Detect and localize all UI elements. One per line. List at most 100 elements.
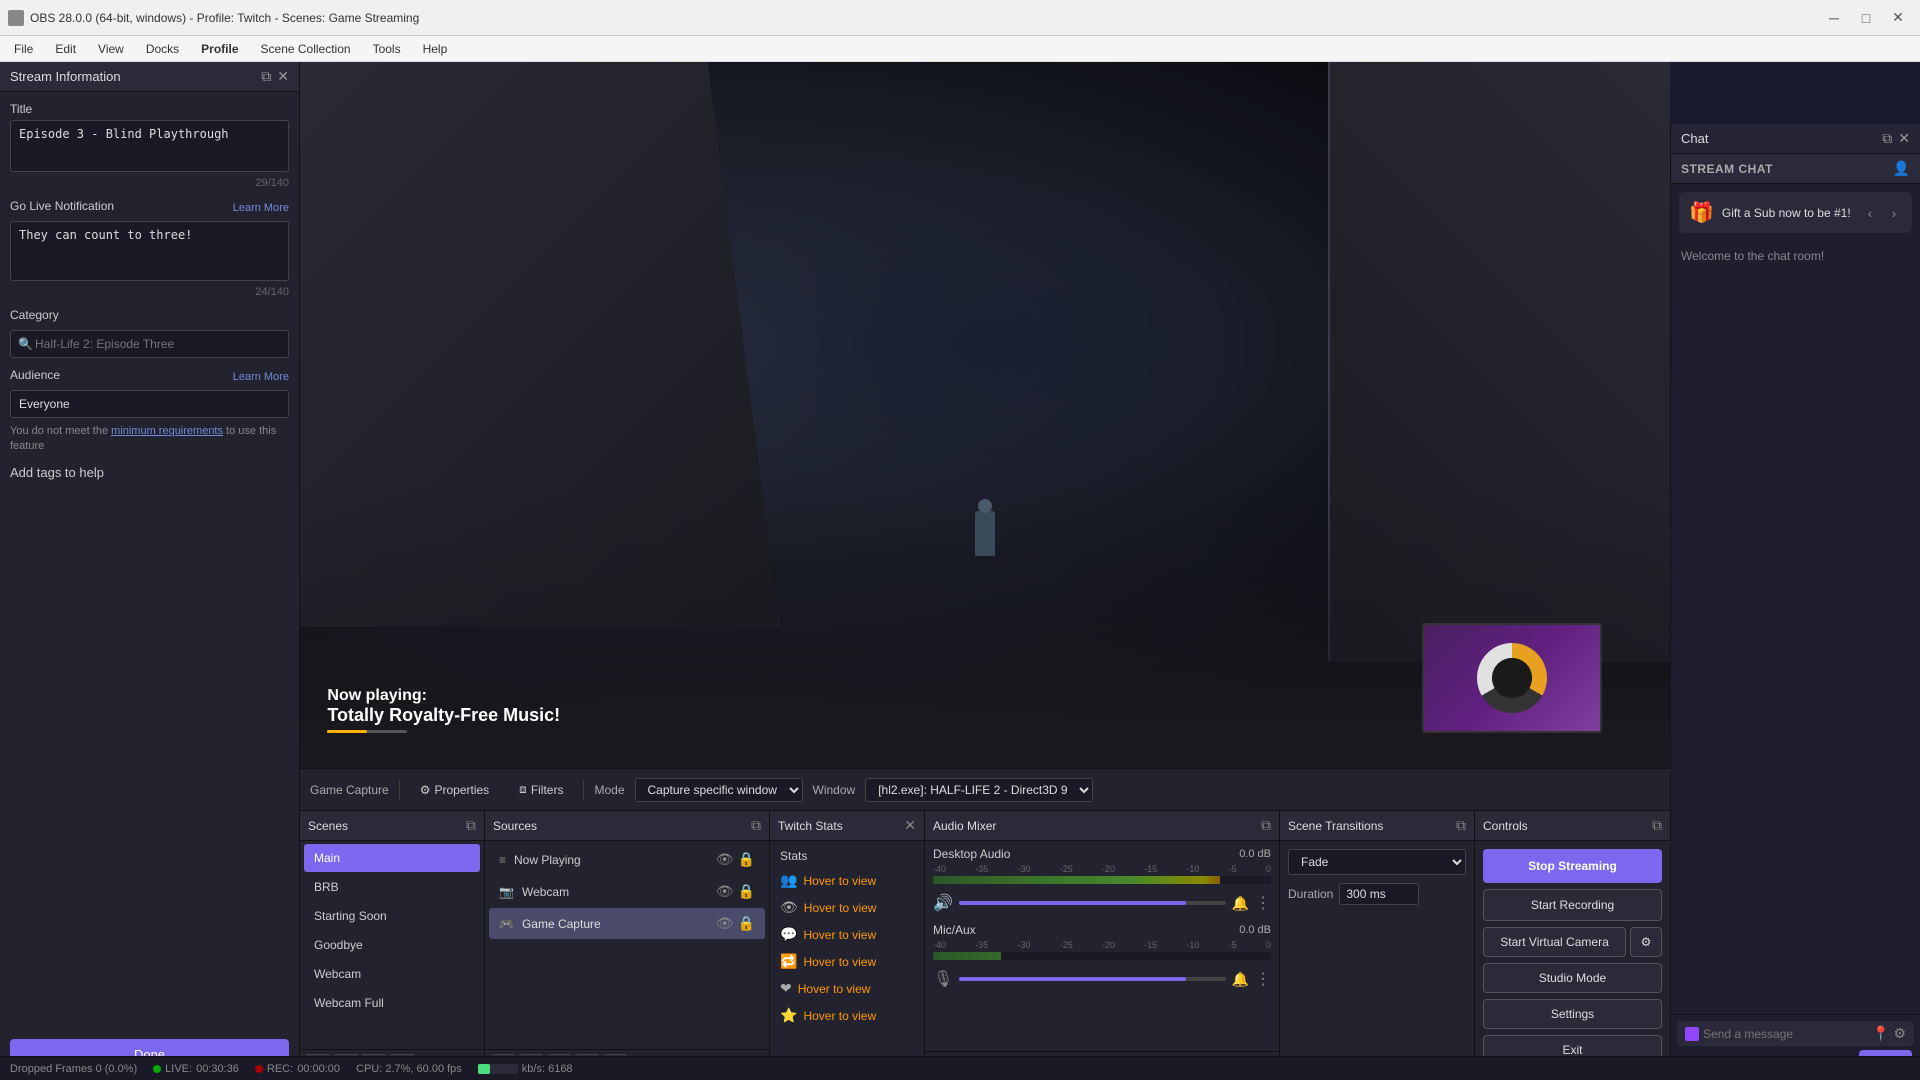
source-item-webcam[interactable]: 📷 Webcam 👁 🔒 (489, 876, 765, 907)
source-item-game-capture[interactable]: 🎮 Game Capture 👁 🔒 (489, 908, 765, 939)
properties-button[interactable]: ⚙ Properties (410, 779, 499, 801)
chat-manage-icon[interactable]: 👤 (1893, 160, 1910, 177)
twitch-stats-close-icon[interactable]: ✕ (904, 817, 916, 834)
menu-view[interactable]: View (88, 40, 134, 58)
controls-title: Controls (1483, 819, 1528, 833)
kb-status: kb/s: 6168 (478, 1063, 573, 1075)
audience-learn-more[interactable]: Learn More (233, 371, 289, 383)
chat-float-icon[interactable]: ⧉ (1882, 130, 1892, 147)
source-item-now-playing[interactable]: ≡ Now Playing 👁 🔒 (489, 844, 765, 875)
transition-select[interactable]: Fade (1288, 849, 1466, 875)
minimum-requirements-link[interactable]: minimum requirements (111, 425, 223, 437)
mic-aux-options-button[interactable]: ⋮ (1255, 969, 1271, 989)
go-live-learn-more[interactable]: Learn More (233, 202, 289, 214)
menu-profile[interactable]: Profile (191, 40, 248, 58)
scene-item-goodbye[interactable]: Goodbye (304, 931, 480, 959)
stat-item-chat[interactable]: 💬 Hover to view (770, 921, 924, 948)
virtual-camera-row: Start Virtual Camera ⚙ (1483, 927, 1662, 957)
mic-aux-name: Mic/Aux (933, 923, 976, 937)
audience-note: You do not meet the minimum requirements… (10, 424, 289, 455)
mic-aux-channel: Mic/Aux 0.0 dB -40-35-30-25-20-15-10-50 (933, 923, 1271, 989)
source-lock-icon[interactable]: 🔒 (738, 851, 755, 868)
game-capture-visibility-icon[interactable]: 👁 (716, 915, 734, 932)
banner-next-button[interactable]: › (1884, 203, 1904, 223)
scenes-maximize-icon[interactable]: ⧉ (466, 817, 476, 834)
tags-label: Add tags to help (10, 465, 104, 480)
stat-chat-label: Hover to view (803, 928, 876, 942)
scene-item-webcam-full[interactable]: Webcam Full (304, 989, 480, 1017)
banner-prev-button[interactable]: ‹ (1860, 203, 1880, 223)
duration-input[interactable] (1339, 883, 1419, 905)
category-input[interactable] (10, 330, 289, 358)
chat-input-row: 📍 ⚙ (1677, 1021, 1914, 1046)
game-capture-lock-icon[interactable]: 🔒 (738, 915, 755, 932)
sources-maximize-icon[interactable]: ⧉ (751, 817, 761, 834)
mic-aux-volume-icon[interactable]: 🎙 (933, 969, 953, 989)
desktop-audio-channel: Desktop Audio 0.0 dB -40-35-30-25-20-15-… (933, 847, 1271, 913)
scene-item-brb[interactable]: BRB (304, 873, 480, 901)
mode-select[interactable]: Capture specific window (635, 778, 803, 802)
scene-item-webcam[interactable]: Webcam (304, 960, 480, 988)
desktop-audio-db: 0.0 dB (1239, 848, 1271, 860)
stream-info-float-icon[interactable]: ⧉ (261, 68, 271, 85)
desktop-audio-volume-icon[interactable]: 🔊 (933, 893, 953, 913)
kb-bar (478, 1064, 518, 1074)
stats-label: Stats (770, 845, 924, 867)
minimize-button[interactable]: ─ (1820, 8, 1848, 28)
go-live-textarea[interactable]: They can count to three! (10, 221, 289, 281)
chat-close-icon[interactable]: ✕ (1898, 130, 1910, 147)
chat-settings-icon-button[interactable]: ⚙ (1893, 1025, 1906, 1042)
source-visibility-icon[interactable]: 👁 (716, 851, 734, 868)
audience-select[interactable]: Everyone (10, 390, 289, 418)
chat-icon: 💬 (780, 926, 797, 943)
menu-docks[interactable]: Docks (136, 40, 189, 58)
mic-aux-volume-slider[interactable] (959, 977, 1225, 981)
window-select[interactable]: [hl2.exe]: HALF-LIFE 2 - Direct3D 9 (865, 778, 1093, 802)
stat-item-viewers[interactable]: 👥 Hover to view (770, 867, 924, 894)
virtual-camera-gear-button[interactable]: ⚙ (1630, 927, 1662, 957)
stream-info-close-icon[interactable]: ✕ (277, 68, 289, 85)
desktop-audio-options-button[interactable]: ⋮ (1255, 893, 1271, 913)
chat-point-icon-button[interactable]: 📍 (1872, 1025, 1889, 1042)
menu-file[interactable]: File (4, 40, 43, 58)
studio-mode-button[interactable]: Studio Mode (1483, 963, 1662, 993)
menu-tools[interactable]: Tools (363, 40, 411, 58)
stop-streaming-button[interactable]: Stop Streaming (1483, 849, 1662, 883)
audio-mixer-maximize-icon[interactable]: ⧉ (1261, 817, 1271, 834)
chat-message-input[interactable] (1703, 1027, 1868, 1041)
properties-icon: ⚙ (420, 783, 431, 797)
now-playing-song: Totally Royalty-Free Music! (327, 705, 560, 726)
start-recording-button[interactable]: Start Recording (1483, 889, 1662, 921)
mic-aux-mute-button[interactable]: 🔔 (1232, 971, 1249, 988)
desktop-audio-mute-button[interactable]: 🔔 (1232, 895, 1249, 912)
stat-item-follows[interactable]: 👁 Hover to view (770, 894, 924, 921)
controls-content: Stop Streaming Start Recording Start Vir… (1475, 841, 1670, 1080)
filters-label: Filters (531, 783, 564, 797)
duration-label: Duration (1288, 887, 1333, 901)
live-label: LIVE: (165, 1063, 192, 1075)
audio-mixer-panel: Audio Mixer ⧉ Desktop Audio 0.0 dB -40-3… (925, 811, 1280, 1080)
filters-button[interactable]: ⧈ Filters (509, 778, 573, 801)
webcam-visibility-icon[interactable]: 👁 (716, 883, 734, 900)
source-separator (399, 780, 400, 800)
menu-edit[interactable]: Edit (45, 40, 86, 58)
scene-item-main[interactable]: Main (304, 844, 480, 872)
stream-info-content: Title Episode 3 - Blind Playthrough 29/1… (0, 92, 299, 1023)
live-indicator (153, 1065, 161, 1073)
desktop-audio-volume-slider[interactable] (959, 901, 1226, 905)
start-virtual-camera-button[interactable]: Start Virtual Camera (1483, 927, 1626, 957)
stream-title-input[interactable]: Episode 3 - Blind Playthrough (10, 120, 289, 172)
transitions-maximize-icon[interactable]: ⧉ (1456, 817, 1466, 834)
close-button[interactable]: ✕ (1884, 8, 1912, 28)
desktop-audio-scale: -40-35-30-25-20-15-10-50 (933, 864, 1271, 874)
controls-maximize-icon[interactable]: ⧉ (1652, 817, 1662, 834)
stat-item-clips[interactable]: 🔁 Hover to view (770, 948, 924, 975)
maximize-button[interactable]: □ (1852, 8, 1880, 28)
settings-button[interactable]: Settings (1483, 999, 1662, 1029)
scene-item-starting-soon[interactable]: Starting Soon (304, 902, 480, 930)
stat-item-reactions[interactable]: ❤ Hover to view (770, 975, 924, 1002)
stat-item-stars[interactable]: ⭐ Hover to view (770, 1002, 924, 1029)
menu-help[interactable]: Help (413, 40, 458, 58)
menu-scene-collection[interactable]: Scene Collection (251, 40, 361, 58)
webcam-lock-icon[interactable]: 🔒 (738, 883, 755, 900)
